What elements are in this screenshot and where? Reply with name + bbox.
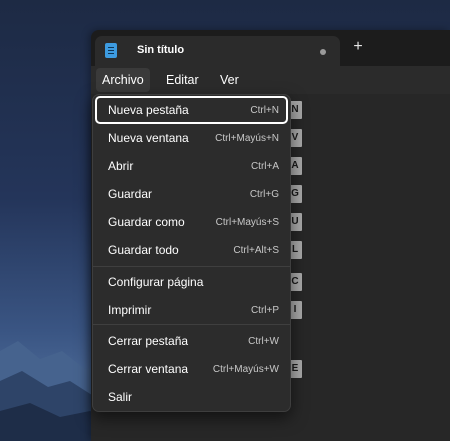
menu-archivo[interactable]: Archivo xyxy=(96,68,150,92)
tab-title: Sin título xyxy=(137,44,185,56)
menu-item-label: Configurar página xyxy=(108,275,204,289)
menu-item-guardar-todo[interactable]: Guardar todo Ctrl+Alt+S xyxy=(96,237,287,263)
tab-sin-titulo[interactable]: Sin título xyxy=(95,36,340,66)
menu-bar: Archivo Editar Ver xyxy=(91,66,450,94)
menu-item-label: Guardar como xyxy=(108,215,185,229)
menu-item-shortcut: Ctrl+W xyxy=(248,336,279,347)
menu-item-label: Cerrar ventana xyxy=(108,362,189,376)
menu-editar[interactable]: Editar xyxy=(160,68,205,92)
menu-item-label: Salir xyxy=(108,390,133,404)
menu-item-label: Nueva ventana xyxy=(108,131,189,145)
notepad-app-icon xyxy=(105,43,117,58)
menu-item-shortcut: Ctrl+Mayús+S xyxy=(215,217,279,228)
menu-item-cerrar-pestana[interactable]: Cerrar pestaña Ctrl+W xyxy=(96,328,287,354)
menu-item-guardar-como[interactable]: Guardar como Ctrl+Mayús+S xyxy=(96,209,287,235)
menu-item-label: Abrir xyxy=(108,159,134,173)
menu-item-shortcut: Ctrl+A xyxy=(250,161,279,172)
menu-separator xyxy=(93,266,290,267)
menu-item-guardar[interactable]: Guardar Ctrl+G xyxy=(96,181,287,207)
menu-item-nueva-pestana[interactable]: Nueva pestaña Ctrl+N xyxy=(95,96,288,124)
menu-item-label: Nueva pestaña xyxy=(108,103,189,117)
menu-item-shortcut: Ctrl+Mayús+N xyxy=(215,133,279,144)
menu-item-shortcut: Ctrl+G xyxy=(249,189,279,200)
new-tab-plus-icon[interactable]: + xyxy=(351,39,365,55)
menu-ver[interactable]: Ver xyxy=(214,68,245,92)
menu-item-shortcut: Ctrl+Alt+S xyxy=(233,245,279,256)
tab-unsaved-dot-icon[interactable] xyxy=(320,49,326,55)
title-bar: Sin título + xyxy=(91,30,450,66)
menu-item-shortcut: Ctrl+P xyxy=(250,305,279,316)
menu-item-nueva-ventana[interactable]: Nueva ventana Ctrl+Mayús+N xyxy=(96,125,287,151)
menu-separator xyxy=(93,324,290,325)
menu-item-configurar-pagina[interactable]: Configurar página xyxy=(96,269,287,295)
menu-item-shortcut: Ctrl+Mayús+W xyxy=(212,364,279,375)
menu-item-salir[interactable]: Salir xyxy=(96,384,287,410)
menu-item-imprimir[interactable]: Imprimir Ctrl+P xyxy=(96,297,287,323)
menu-item-label: Imprimir xyxy=(108,303,152,317)
menu-item-cerrar-ventana[interactable]: Cerrar ventana Ctrl+Mayús+W xyxy=(96,356,287,382)
archivo-dropdown-menu: Nueva pestaña Ctrl+N Nueva ventana Ctrl+… xyxy=(92,94,291,412)
menu-item-abrir[interactable]: Abrir Ctrl+A xyxy=(96,153,287,179)
menu-item-label: Cerrar pestaña xyxy=(108,334,189,348)
menu-item-shortcut: Ctrl+N xyxy=(250,105,279,116)
menu-item-label: Guardar xyxy=(108,187,153,201)
menu-item-label: Guardar todo xyxy=(108,243,179,257)
